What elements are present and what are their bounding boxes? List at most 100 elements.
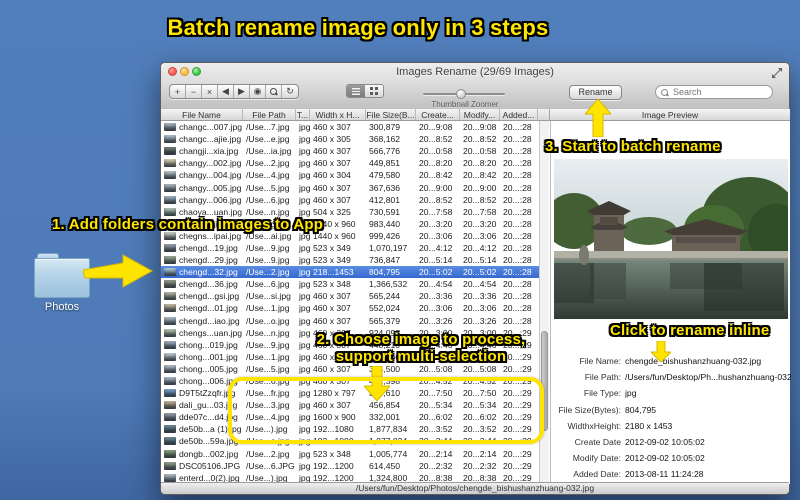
preview-field-value: jpg [625,388,637,399]
table-row[interactable]: changy...002.jpg/Use...2.jpg jpg 460 x 307… [161,157,539,169]
cell-name: DSC05106.JPG [179,460,241,471]
thumbnail-icon [164,304,176,313]
column-header[interactable]: T... [296,109,310,120]
column-header[interactable]: File Name [161,109,243,120]
toolbar-remove-button[interactable]: − [186,85,202,98]
cell-size: 479,580 [369,170,401,181]
column-header[interactable]: Create... [416,109,460,120]
cell-type: jpg [299,267,310,278]
table-row[interactable]: DSC05106.JPG/Use...6.JPG jpg 192...1200 614… [161,460,539,472]
cell-name: changy...006.jpg [179,194,242,205]
cell-type: jpg [299,291,310,302]
cell-size: 367,636 [369,182,401,193]
rename-button[interactable]: Rename [569,85,622,100]
toolbar-add-button[interactable]: + [170,85,186,98]
thumbnail-zoomer-slider[interactable] [423,89,505,99]
cell-type: jpg [299,303,310,314]
cell-dims: 460 x 307 [313,291,351,302]
thumbnail-icon [164,292,176,301]
cell-path: /Use...5.jpg [246,182,290,193]
cell-dims: 192...1200 [313,460,354,471]
cell-path: /Use...5.jpg [246,363,290,374]
preview-field-label: File Name: [579,356,621,367]
table-row[interactable]: chengd...gsi.jpg/Use...si.jpg jpg 460 x 30… [161,290,539,302]
table-row[interactable]: chengd...32.jpg/Use...2.jpg jpg 218...1453… [161,266,539,279]
cell-size: 730,591 [369,206,401,217]
cell-type: jpg [299,170,310,181]
preview-field-label: File Type: [583,388,621,399]
cell-size: 736,847 [369,255,401,266]
cell-path: /Use...2.jpg [246,267,290,278]
cell-added: 20...:28 [503,206,532,217]
title-bar[interactable]: Images Rename (29/69 Images) [161,63,789,81]
thumbnail-icon [164,207,176,216]
list-view-button[interactable] [347,85,365,97]
thumbnail-zoomer-label: Thumbnail Zoomer [431,100,499,109]
search-input[interactable] [673,86,769,98]
column-header[interactable]: File Size(B... [366,109,416,120]
cell-added: 20...:28 [503,267,532,278]
cell-dims: 460 x 307 [313,363,351,374]
table-row[interactable]: changy...005.jpg/Use...5.jpg jpg 460 x 307… [161,181,539,193]
cell-type: jpg [299,194,310,205]
table-row[interactable]: chengd...19.jpg/Use...9.jpg jpg 523 x 349 1… [161,242,539,254]
toolbar-preview-button[interactable]: ◉ [250,85,266,98]
table-row[interactable]: chengd...01.jpg/Use...1.jpg jpg 460 x 307 5… [161,302,539,314]
cell-added: 20...:28 [503,255,532,266]
cell-size: 412,801 [369,194,401,205]
column-header[interactable]: Width x H... [310,109,366,120]
table-row[interactable]: changy...006.jpg/Use...6.jpg jpg 460 x 307… [161,194,539,206]
preview-field: WidthxHeight: 2180 x 1453 [551,418,791,434]
column-header[interactable]: Modify... [460,109,500,120]
cell-modify: 20...4:12 [463,242,497,253]
thumbnail-icon [164,352,176,361]
column-header[interactable]: Added... [500,109,538,120]
table-row[interactable]: changy...004.jpg/Use...4.jpg jpg 460 x 304… [161,169,539,181]
cell-modify: 20...3:06 [463,230,497,241]
cell-create: 20...3:36 [419,291,453,302]
cell-added: 20...:28 [503,134,532,145]
cell-path: /Use...2.jpg [246,448,290,459]
table-row[interactable]: changc...ajie.jpg/Use...e.jpg jpg 460 x 30… [161,133,539,145]
column-header[interactable]: File Path [243,109,296,120]
cell-dims: 523 x 349 [313,242,351,253]
cell-added: 20...:28 [503,315,532,326]
preview-field-value: 804,795 [625,404,657,415]
cell-path: /Use...6.jpg [246,194,290,205]
cell-name: changji...xia.jpg [179,146,239,157]
annotation-inline-rename: Click to rename inline [610,322,770,339]
table-row[interactable]: chengd...iao.jpg/Use...o.jpg jpg 460 x 307… [161,315,539,327]
grid-view-button[interactable] [365,85,383,97]
thumbnail-icon [164,364,176,373]
toolbar-delete-button[interactable]: × [202,85,218,98]
cell-dims: 460 x 304 [313,170,351,181]
toolbar-previous-button[interactable]: ◀ [218,85,234,98]
cell-type: jpg [299,122,310,133]
table-row[interactable]: changji...xia.jpg/Use...ia.jpg jpg 460 x 3… [161,145,539,157]
cell-create: 20...3:20 [419,218,453,229]
toolbar-next-button[interactable]: ▶ [234,85,250,98]
fullscreen-icon[interactable] [771,67,783,79]
thumbnail-icon [164,123,176,132]
table-row[interactable]: chengd...36.jpg/Use...6.jpg jpg 523 x 348 1… [161,278,539,290]
cell-added: 20...:29 [503,363,532,374]
cell-added: 20...:28 [503,291,532,302]
slider-knob[interactable] [456,89,466,99]
table-row[interactable]: chengd...29.jpg/Use...9.jpg jpg 523 x 349 7… [161,254,539,266]
toolbar-refresh-button[interactable]: ↻ [282,85,298,98]
cell-path: /Use...4.jpg [246,170,290,181]
cell-name: changy...004.jpg [179,170,242,181]
preview-field-value: /Users/fun/Desktop/Ph...hushanzhuang-032… [625,372,791,383]
table-row[interactable]: changc...007.jpg/Use...7.jpg jpg 460 x 307… [161,121,539,133]
folder-body [34,258,90,298]
cell-type: jpg [299,134,310,145]
cell-type: jpg [299,448,310,459]
preview-field-value[interactable]: chengde_bishushanzhuang-032.jpg [625,356,761,366]
toolbar-search-button[interactable] [266,85,282,98]
preview-field-label: File Path: [584,372,621,383]
cell-modify: 20...5:14 [463,255,497,266]
cell-modify: 20...5:02 [463,267,497,278]
cell-name: changc...007.jpg [179,122,243,133]
cell-name: chengd...gsi.jpg [179,291,240,302]
table-row[interactable]: dongb...002.jpg/Use...2.jpg jpg 523 x 348 1… [161,448,539,460]
